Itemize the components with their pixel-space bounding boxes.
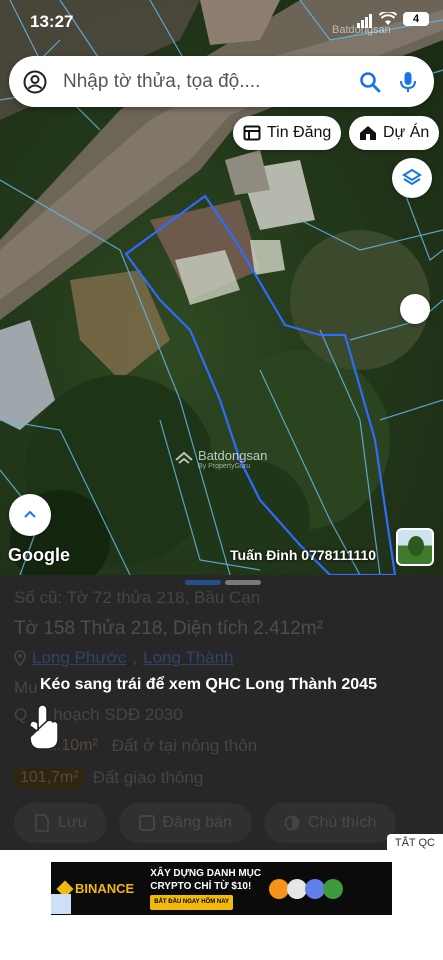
xrp-icon (287, 878, 308, 899)
listings-chip-label: Tin Đăng (267, 124, 332, 141)
map-drag-handle[interactable] (400, 294, 430, 324)
watermark-center-sub: By PropertyGuru (198, 463, 251, 470)
search-input[interactable]: Nhập tờ thửa, tọa độ.... (63, 71, 358, 93)
owner-contact[interactable]: Tuấn Đinh 0778111110 (230, 547, 376, 563)
building-icon (360, 126, 376, 140)
satellite-map[interactable]: 13:27 4 Batdongsan Nhập tờ thửa, tọa độ.… (0, 0, 443, 575)
expand-panel-button[interactable] (9, 494, 51, 536)
ethereum-icon (305, 878, 326, 899)
bitcoin-icon (269, 878, 290, 899)
ad-headline-2: CRYPTO CHỈ TỪ $10! (150, 881, 252, 892)
chevron-up-icon (24, 510, 36, 518)
search-bar[interactable]: Nhập tờ thửa, tọa độ.... (9, 56, 434, 107)
ad-area: BINANCE XÂY DỰNG DANH MỤC CRYPTO CHỈ TỪ … (0, 850, 443, 960)
batdongsan-logo-icon (175, 451, 193, 464)
google-logo: Google (8, 545, 70, 565)
account-icon[interactable] (23, 70, 47, 94)
listings-chip[interactable]: Tin Đăng (233, 116, 342, 150)
projects-chip[interactable]: Dự Án (349, 116, 440, 150)
battery-icon: 4 (403, 12, 429, 26)
ad-cta[interactable]: BẮT ĐẦU NGAY HÔM NAY (150, 895, 234, 910)
ad-brand-name: BINANCE (75, 881, 135, 896)
listing-icon (243, 125, 261, 141)
watermark-center-text: Batdongsan (198, 448, 268, 463)
status-time: 13:27 (30, 12, 74, 31)
coin-icons (269, 878, 344, 899)
layers-button[interactable] (392, 158, 432, 198)
swipe-hint-text: Kéo sang trái để xem QHC Long Thành 2045 (40, 676, 377, 693)
watermark-top: Batdongsan (332, 24, 391, 36)
ad-banner[interactable]: BINANCE XÂY DỰNG DANH MỤC CRYPTO CHỈ TỪ … (51, 862, 392, 915)
projects-chip-label: Dự Án (383, 124, 430, 141)
watermark-center: Batdongsan By PropertyGuru (174, 448, 267, 470)
ad-choices-icon[interactable] (51, 894, 71, 914)
microphone-icon[interactable] (396, 70, 420, 94)
ad-headline-1: XÂY DỰNG DANH MỤC (150, 868, 262, 879)
swipe-hint-overlay[interactable]: Kéo sang trái để xem QHC Long Thành 2045 (0, 575, 443, 850)
hand-pointer-icon (29, 704, 59, 750)
search-icon[interactable] (358, 70, 382, 94)
layers-icon (402, 168, 422, 186)
street-view-thumbnail[interactable] (396, 528, 434, 566)
ad-copy: XÂY DỰNG DANH MỤC CRYPTO CHỈ TỪ $10! BẮT… (150, 867, 261, 910)
token-icon (323, 878, 344, 899)
